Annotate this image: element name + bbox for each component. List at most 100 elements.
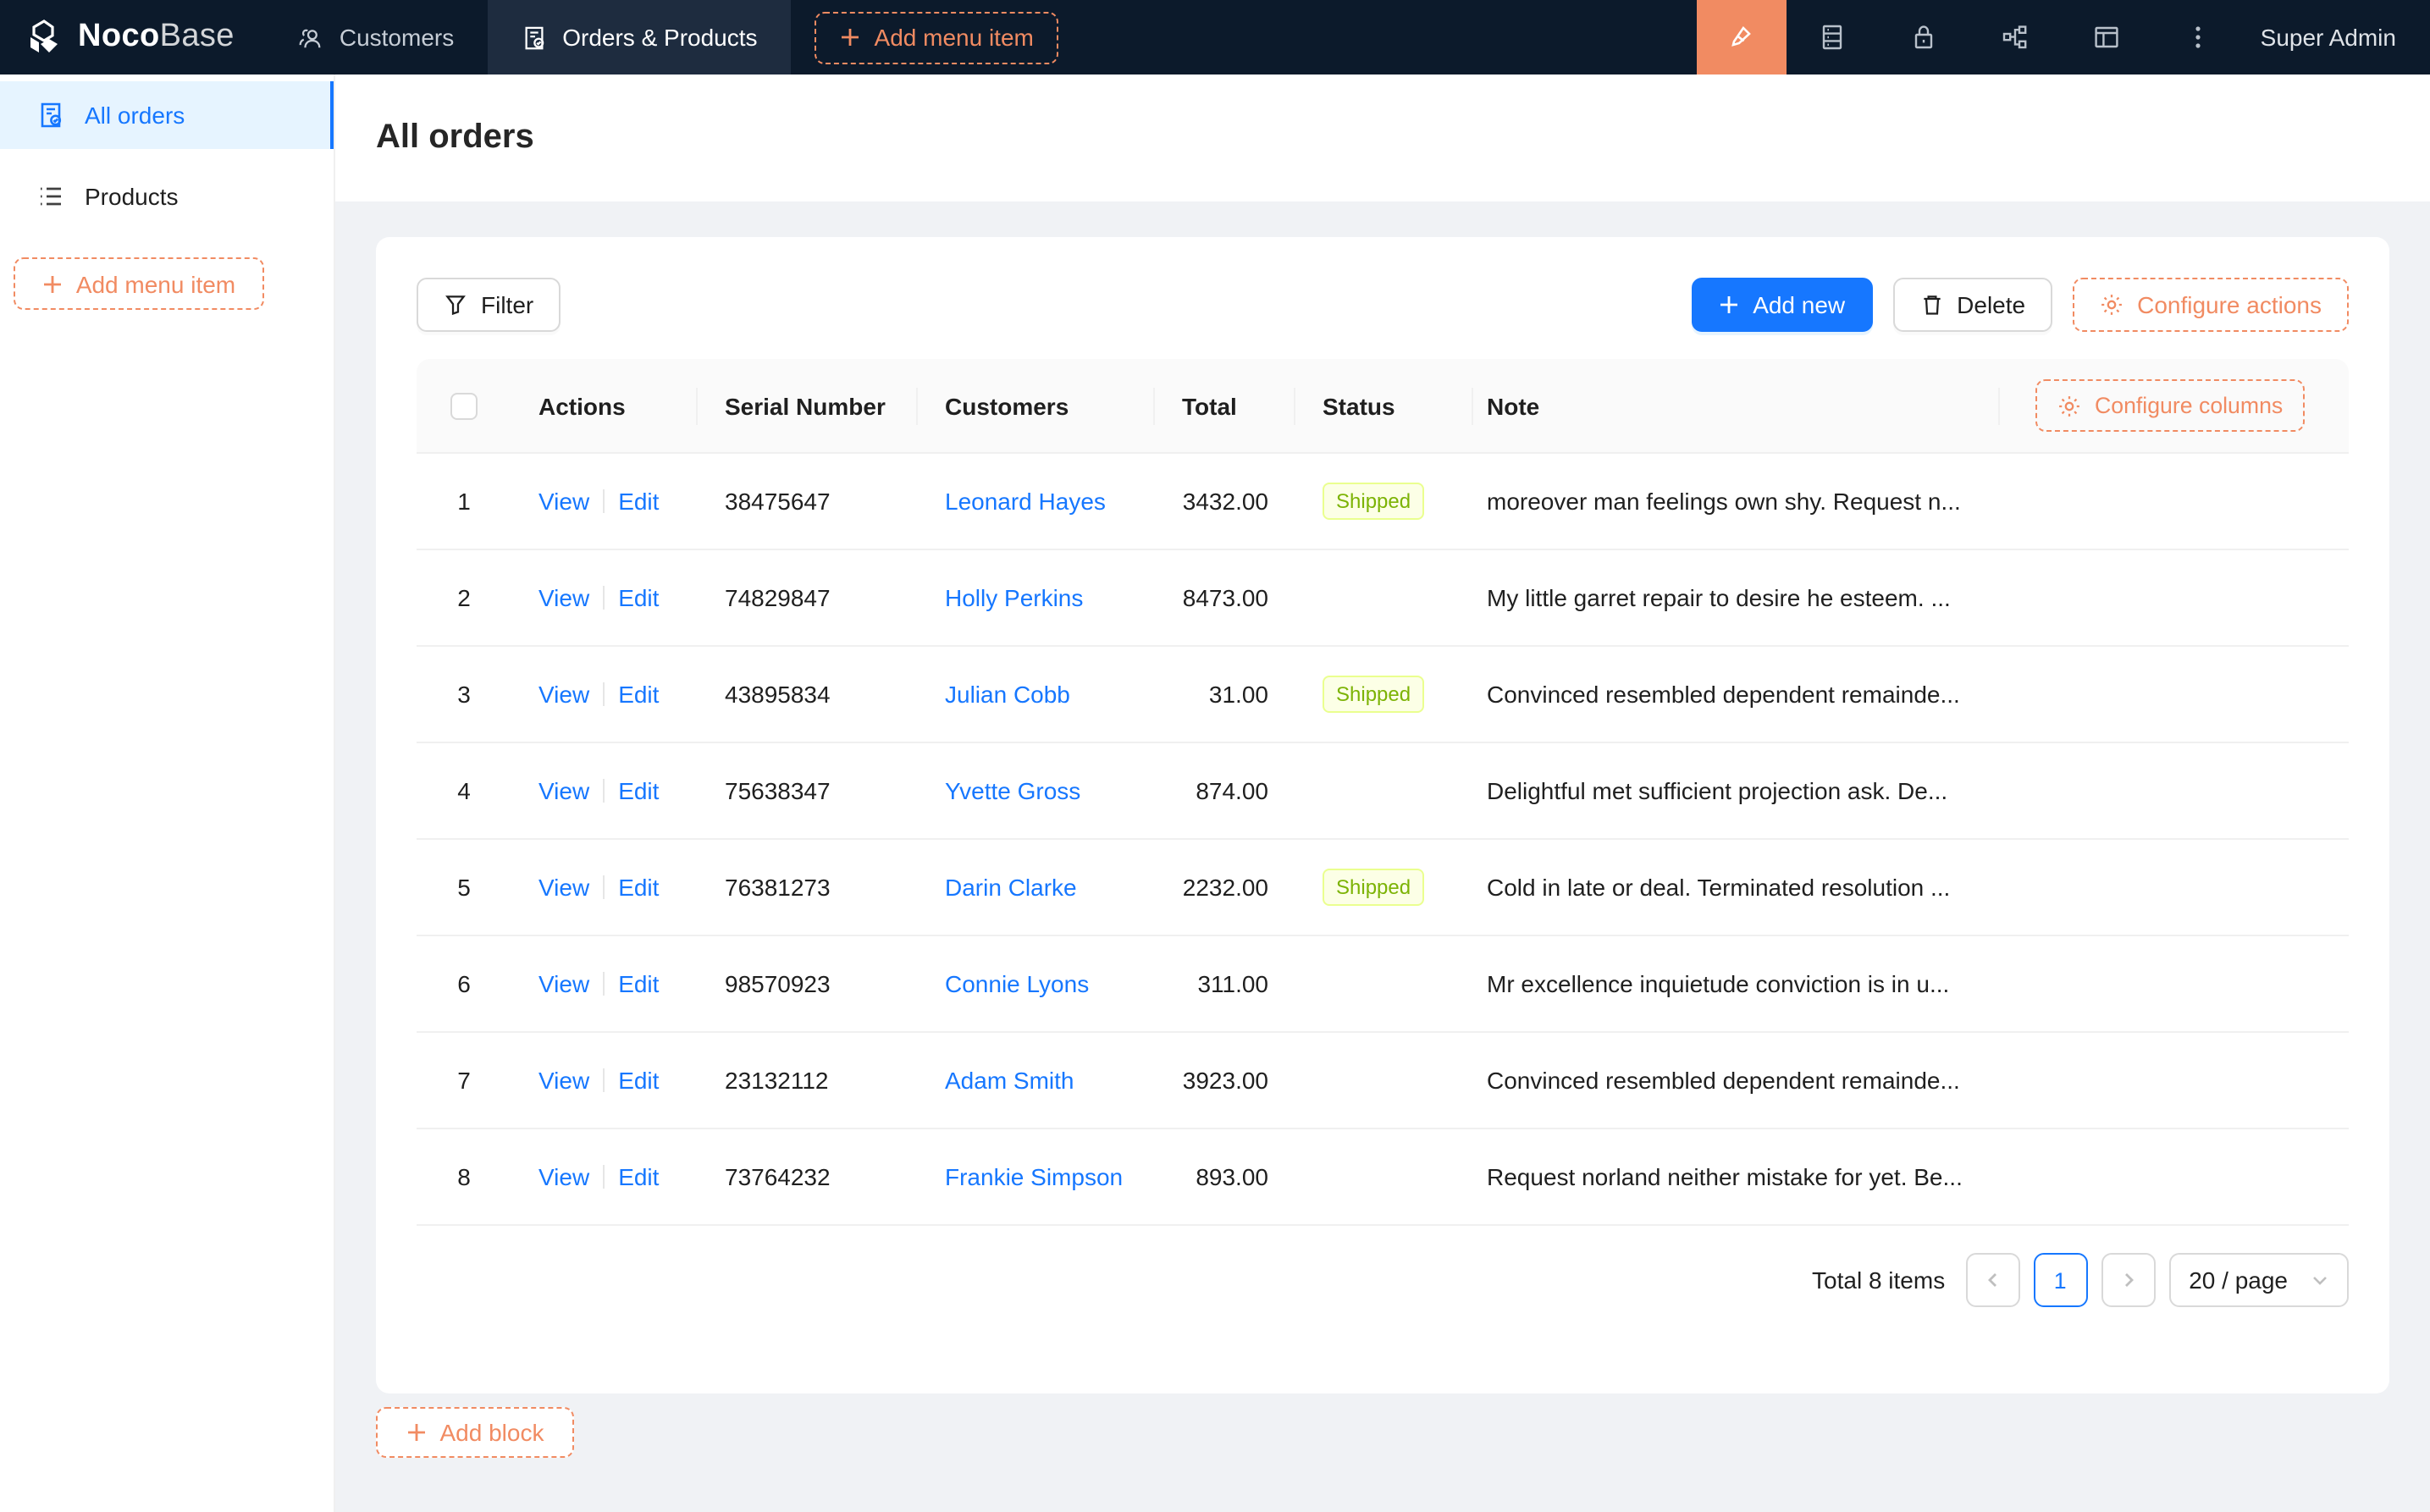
workflow-button[interactable]	[1969, 0, 2061, 74]
table-header-row: Actions Serial Number Customers Total St…	[417, 359, 2349, 454]
customer-link[interactable]: Holly Perkins	[945, 584, 1083, 611]
edit-link[interactable]: Edit	[618, 874, 659, 901]
navbar-add-menu-item-button[interactable]: Add menu item	[815, 11, 1059, 63]
view-link[interactable]: View	[538, 584, 589, 611]
next-page-button[interactable]	[2101, 1253, 2155, 1307]
customer-link[interactable]: Yvette Gross	[945, 777, 1080, 804]
nocobase-logo-icon	[24, 17, 64, 58]
view-link[interactable]: View	[538, 488, 589, 515]
list-icon	[37, 183, 64, 210]
view-link[interactable]: View	[538, 1067, 589, 1094]
user-menu[interactable]: Super Admin	[2244, 0, 2430, 74]
serial-number-cell: 73764232	[698, 1129, 918, 1224]
edit-link[interactable]: Edit	[618, 1067, 659, 1094]
edit-link[interactable]: Edit	[618, 584, 659, 611]
view-link[interactable]: View	[538, 874, 589, 901]
gear-icon	[2100, 293, 2123, 317]
add-block-button[interactable]: Add block	[376, 1407, 574, 1458]
table-row: 1 View Edit 38475647 Leonard Hayes 3432.…	[417, 454, 2349, 550]
pagination: Total 8 items 1	[417, 1253, 2349, 1307]
total-cell: 8473.00	[1155, 550, 1295, 645]
serial-number-cell: 74829847	[698, 550, 918, 645]
row-index: 7	[417, 1033, 511, 1128]
note-cell: moreover man feelings own shy. Request n…	[1473, 454, 2000, 549]
customer-link[interactable]: Adam Smith	[945, 1067, 1074, 1094]
column-header-customers: Customers	[918, 359, 1155, 452]
status-cell	[1295, 936, 1473, 1031]
configure-actions-button[interactable]: Configure actions	[2073, 278, 2349, 332]
access-control-button[interactable]	[1878, 0, 1969, 74]
table-body: 1 View Edit 38475647 Leonard Hayes 3432.…	[417, 454, 2349, 1226]
highlighter-icon	[1728, 24, 1755, 51]
sidebar-item-label: All orders	[85, 102, 185, 129]
sidebar-add-menu-item-button[interactable]: Add menu item	[14, 257, 264, 310]
plugin-manager-button[interactable]	[1787, 0, 1878, 74]
database-icon	[1819, 24, 1846, 51]
status-cell	[1295, 1129, 1473, 1224]
edit-link[interactable]: Edit	[618, 1163, 659, 1190]
page-header: All orders	[335, 74, 2430, 201]
customer-link[interactable]: Connie Lyons	[945, 970, 1089, 997]
status-cell	[1295, 550, 1473, 645]
column-header-total: Total	[1155, 359, 1295, 452]
edit-link[interactable]: Edit	[618, 681, 659, 708]
sidebar: All orders Products Add menu item	[0, 74, 335, 1512]
serial-number-cell: 38475647	[698, 454, 918, 549]
plus-icon	[406, 1422, 427, 1443]
customer-link[interactable]: Darin Clarke	[945, 874, 1077, 901]
serial-number-cell: 75638347	[698, 743, 918, 838]
ui-editor-button[interactable]	[1697, 0, 1787, 74]
page-size-select[interactable]: 20 / page	[2168, 1253, 2349, 1307]
filter-icon	[444, 293, 467, 317]
serial-number-cell: 43895834	[698, 647, 918, 742]
note-cell: Mr excellence inquietude conviction is i…	[1473, 936, 2000, 1031]
customer-cell: Holly Perkins	[918, 550, 1155, 645]
view-link[interactable]: View	[538, 970, 589, 997]
page-1-button[interactable]: 1	[2033, 1253, 2087, 1307]
top-navbar: NocoBase Customers Orders	[0, 0, 2430, 74]
edit-link[interactable]: Edit	[618, 777, 659, 804]
row-index: 4	[417, 743, 511, 838]
nav-tab-customers[interactable]: Customers	[265, 0, 488, 74]
nocobase-logo[interactable]: NocoBase	[0, 0, 265, 74]
add-new-button[interactable]: Add new	[1692, 278, 1872, 332]
status-cell	[1295, 1033, 1473, 1128]
actions-cell: View Edit	[511, 743, 698, 838]
previous-page-button[interactable]	[1965, 1253, 2019, 1307]
nav-tab-label: Orders & Products	[562, 24, 757, 51]
customer-cell: Connie Lyons	[918, 936, 1155, 1031]
customer-link[interactable]: Julian Cobb	[945, 681, 1070, 708]
customer-link[interactable]: Frankie Simpson	[945, 1163, 1123, 1190]
trash-icon	[1919, 293, 1943, 317]
configure-columns-button[interactable]: Configure columns	[2035, 379, 2305, 432]
user-name: Super Admin	[2261, 24, 2396, 51]
edit-link[interactable]: Edit	[618, 488, 659, 515]
sidebar-item-products[interactable]: Products	[0, 163, 334, 230]
delete-button[interactable]: Delete	[1892, 278, 2052, 332]
view-link[interactable]: View	[538, 1163, 589, 1190]
more-menu-button[interactable]	[2152, 0, 2244, 74]
sidebar-item-all-orders[interactable]: All orders	[0, 81, 334, 149]
view-link[interactable]: View	[538, 681, 589, 708]
nav-tab-orders-products[interactable]: Orders & Products	[488, 0, 791, 74]
view-link[interactable]: View	[538, 777, 589, 804]
total-cell: 3432.00	[1155, 454, 1295, 549]
row-spacer-cell	[2000, 1033, 2349, 1128]
filter-button[interactable]: Filter	[417, 278, 561, 332]
status-cell: Shipped	[1295, 454, 1473, 549]
serial-number-cell: 98570923	[698, 936, 918, 1031]
total-cell: 2232.00	[1155, 840, 1295, 935]
layout-button[interactable]	[2061, 0, 2152, 74]
logo-text: NocoBase	[78, 19, 235, 56]
actions-cell: View Edit	[511, 1033, 698, 1128]
table-toolbar: Filter Add new	[417, 278, 2349, 332]
table-row: 8 View Edit 73764232 Frankie Simpson 893…	[417, 1129, 2349, 1226]
row-index: 2	[417, 550, 511, 645]
note-cell: Delightful met sufficient projection ask…	[1473, 743, 2000, 838]
edit-link[interactable]: Edit	[618, 970, 659, 997]
select-all-checkbox[interactable]	[450, 392, 478, 419]
chevron-down-icon	[2311, 1272, 2328, 1289]
note-cell: My little garret repair to desire he est…	[1473, 550, 2000, 645]
total-cell: 874.00	[1155, 743, 1295, 838]
customer-link[interactable]: Leonard Hayes	[945, 488, 1106, 515]
